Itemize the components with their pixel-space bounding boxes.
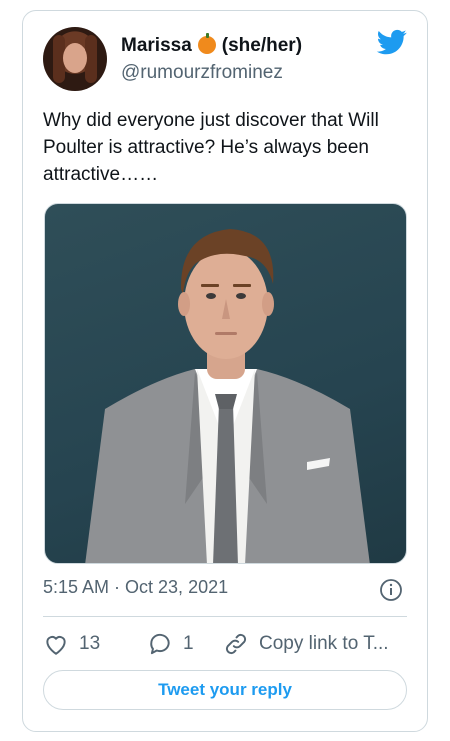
link-icon bbox=[225, 633, 247, 655]
pumpkin-emoji-icon bbox=[197, 33, 216, 54]
pronouns: (she/her) bbox=[221, 35, 303, 56]
like-count: 13 bbox=[79, 633, 101, 654]
avatar[interactable] bbox=[43, 27, 107, 91]
reply-button[interactable]: 1 bbox=[147, 627, 194, 661]
display-name[interactable]: Marissa (she/her) bbox=[121, 33, 303, 57]
user-handle[interactable]: @rumourzfrominez bbox=[121, 62, 283, 84]
tweet-card: Marissa (she/her) @rumourzfrominez Why di… bbox=[22, 10, 428, 732]
tweet-photo[interactable] bbox=[44, 203, 407, 564]
portrait-illustration bbox=[85, 229, 370, 563]
reply-count: 1 bbox=[183, 633, 194, 654]
divider bbox=[43, 616, 407, 617]
tweet-your-reply-button[interactable]: Tweet your reply bbox=[43, 670, 407, 710]
info-icon[interactable] bbox=[379, 578, 403, 602]
tweet-text: Why did everyone just discover that Will… bbox=[43, 110, 379, 185]
copy-link-button[interactable]: Copy link to T... bbox=[223, 627, 389, 661]
like-button[interactable]: 13 bbox=[43, 627, 100, 661]
reply-icon bbox=[150, 633, 170, 655]
timestamp[interactable]: 5:15 AM · Oct 23, 2021 bbox=[43, 577, 228, 598]
twitter-bird-icon[interactable] bbox=[375, 27, 409, 57]
copy-link-label: Copy link to T... bbox=[259, 633, 389, 654]
tweet-actions: 13 1 Copy link to T... bbox=[43, 627, 413, 661]
heart-icon bbox=[46, 636, 66, 655]
display-name-text: Marissa bbox=[121, 35, 192, 56]
